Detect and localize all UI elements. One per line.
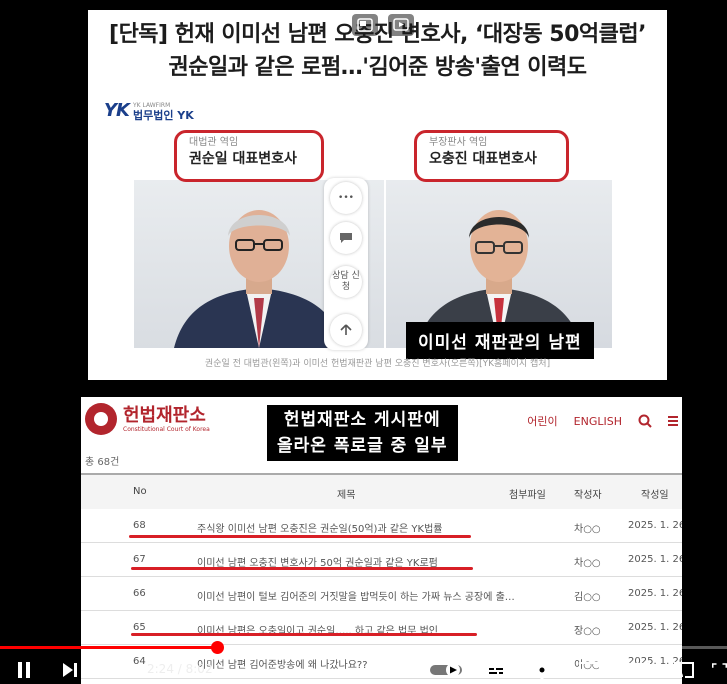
- court-logo: 헌법재판소 Constitutional Court of Korea: [85, 403, 210, 435]
- subtitles-icon[interactable]: [484, 658, 508, 682]
- row-date: 2025. 1. 26.: [628, 622, 682, 633]
- th-no: No: [133, 486, 147, 497]
- row-no: 65: [133, 622, 146, 633]
- pause-icon[interactable]: [12, 658, 36, 682]
- nav-kids[interactable]: 어린이: [527, 413, 557, 429]
- next-icon[interactable]: [58, 658, 82, 682]
- menu-icon[interactable]: [668, 414, 678, 428]
- floating-side-panel: ••• 상담 신청: [324, 178, 368, 350]
- more-icon[interactable]: •••: [330, 182, 362, 214]
- news-image: [단독] 헌재 이미선 남편 오충진 변호사, ‘대장동 50억클럽’ 권순일과…: [88, 10, 667, 380]
- court-nav: 어린이 ENGLISH: [527, 413, 678, 429]
- miniplayer-icon[interactable]: [578, 658, 602, 682]
- fullscreen-icon[interactable]: [712, 658, 727, 682]
- tag-right-role: 부장판사 역임: [429, 137, 488, 148]
- highlight-underline: [131, 633, 477, 636]
- row-no: 67: [133, 554, 146, 565]
- video-top-icons: [352, 14, 414, 36]
- tag-left-role: 대법관 역임: [189, 137, 239, 148]
- court-board-image: 헌법재판소 Constitutional Court of Korea 어린이 …: [81, 397, 682, 684]
- tag-left: 대법관 역임 권순일 대표변호사: [174, 130, 324, 182]
- pip-icon[interactable]: [352, 14, 378, 36]
- photo-credit: 권순일 전 대법관(왼쪽)과 이미선 헌법재판관 남편 오충진 변호사(오른쪽)…: [204, 359, 551, 369]
- board-caption-line-1: 헌법재판소 게시판에: [283, 410, 441, 430]
- consult-button[interactable]: 상담 신청: [330, 266, 362, 298]
- row-no: 68: [133, 520, 146, 531]
- autoplay-toggle-icon[interactable]: [428, 658, 464, 682]
- theater-icon[interactable]: [626, 658, 650, 682]
- scroll-top-icon[interactable]: [330, 314, 362, 346]
- table-row[interactable]: 66 이미선 남편이 털보 김어준의 거짓말을 밥먹듯이 하는 가짜 뉴스 공장…: [81, 577, 682, 611]
- nav-english[interactable]: ENGLISH: [574, 415, 622, 428]
- row-date: 2025. 1. 26.: [628, 520, 682, 531]
- th-date: 작성일: [641, 490, 669, 501]
- yk-mark-icon: YK: [104, 100, 130, 121]
- th-author: 작성자: [574, 490, 602, 501]
- highlight-underline: [129, 535, 471, 538]
- table-row[interactable]: 65 이미선 남편은 오충일이고 권순일….. 하고 같은 법무 법인 장○○ …: [81, 611, 682, 645]
- headline-line-2: 권순일과 같은 로펌…'김어준 방송'출연 이력도: [168, 55, 587, 80]
- time-display: 2:24 / 8:02: [147, 662, 213, 676]
- duration: 8:02: [185, 662, 213, 676]
- time-separator: /: [173, 662, 186, 676]
- row-date: 2025. 1. 26.: [628, 588, 682, 599]
- tag-right: 부장판사 역임 오충진 대표변호사: [414, 130, 569, 182]
- tag-left-name: 권순일 대표변호사: [189, 151, 297, 167]
- row-author: 장○○: [574, 626, 601, 637]
- board-caption-line-2: 올라온 폭로글 중 일부: [277, 436, 448, 456]
- total-count: 총 68건: [85, 457, 120, 468]
- player-controls: 2:24 / 8:02: [0, 656, 727, 684]
- table-row[interactable]: 67 이미선 남편 오충진 변호사가 50억 권순일과 같은 YK로펌 차○○ …: [81, 543, 682, 577]
- th-file: 첨부파일: [509, 490, 546, 501]
- row-date: 2025. 1. 26.: [628, 554, 682, 565]
- row-author: 차○○: [574, 524, 601, 535]
- court-name: 헌법재판소: [123, 404, 206, 426]
- table-header: No 제목 첨부파일 작성자 작성일: [81, 473, 682, 509]
- row-author: 차○○: [574, 558, 601, 569]
- highlight-underline: [131, 567, 473, 570]
- search-icon[interactable]: [638, 414, 652, 428]
- chat-icon[interactable]: [330, 222, 362, 254]
- yk-logo-name: 법무법인 YK: [132, 108, 194, 122]
- volume-icon[interactable]: [104, 658, 128, 682]
- cast-screen-icon[interactable]: [672, 658, 696, 682]
- tag-right-name: 오충진 대표변호사: [429, 151, 537, 167]
- row-no: 66: [133, 588, 146, 599]
- progress-played: [0, 646, 218, 649]
- row-author: 김○○: [574, 592, 601, 603]
- progress-scrubber[interactable]: [210, 641, 224, 654]
- court-name-en: Constitutional Court of Korea: [123, 425, 210, 433]
- row-title[interactable]: 주식왕 이미선 남편 오충진은 권순일(50억)과 같은 YK법률: [197, 520, 442, 535]
- row-title[interactable]: 이미선 남편이 털보 김어준의 거짓말을 밥먹듯이 하는 가짜 뉴스 공장에 출…: [197, 588, 515, 603]
- current-time: 2:24: [147, 662, 174, 676]
- yk-logo: YK YK LAWFIRM 법무법인 YK: [104, 100, 194, 121]
- settings-icon[interactable]: [530, 658, 554, 682]
- husband-caption: 이미선 재판관의 남편: [406, 322, 594, 359]
- board-caption: 헌법재판소 게시판에 올라온 폭로글 중 일부: [267, 405, 458, 461]
- cast-icon[interactable]: [388, 14, 414, 36]
- court-emblem-icon: [85, 403, 117, 435]
- th-title: 제목: [337, 490, 356, 501]
